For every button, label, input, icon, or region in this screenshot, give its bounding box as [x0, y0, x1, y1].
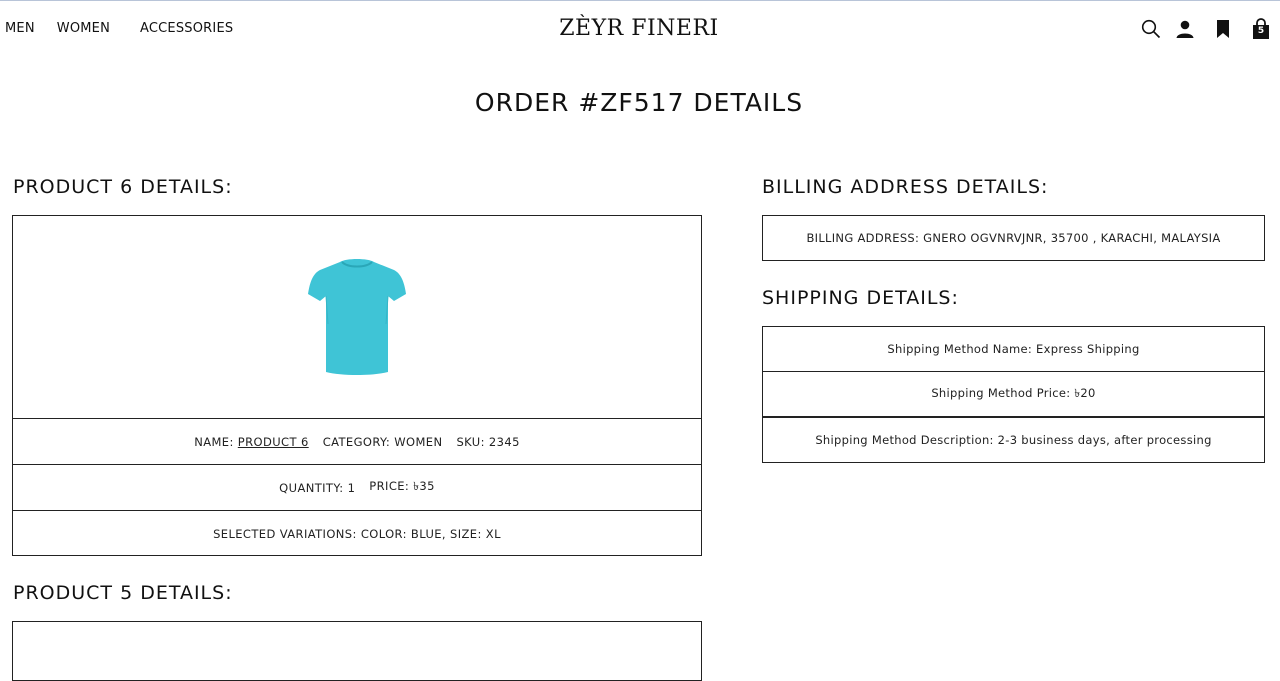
name-label: NAME:	[194, 434, 234, 449]
shipping-method-description: Shipping Method Description: 2-3 busines…	[815, 433, 1212, 447]
product-6-link[interactable]: PRODUCT 6	[238, 435, 309, 449]
sku-text: SKU: 2345	[456, 434, 520, 449]
top-border	[0, 0, 1280, 1]
product-image-area	[13, 216, 701, 418]
shipping-method-name-box: Shipping Method Name: Express Shipping	[762, 326, 1265, 372]
search-icon[interactable]	[1140, 18, 1162, 40]
billing-address-box: BILLING ADDRESS: GNERO OGVNRVJNR, 35700 …	[762, 215, 1265, 261]
shipping-method-price-box: Shipping Method Price: ৳20	[762, 371, 1265, 417]
billing-address-text: BILLING ADDRESS: GNERO OGVNRVJNR, 35700 …	[806, 231, 1221, 245]
header-icons: 5	[1140, 18, 1272, 40]
product-6-variations-row: SELECTED VARIATIONS: COLOR: BLUE, SIZE: …	[13, 510, 701, 556]
user-icon[interactable]	[1174, 18, 1196, 40]
product-5-card	[12, 621, 702, 681]
shipping-method-name: Shipping Method Name: Express Shipping	[887, 342, 1140, 356]
page-title: ORDER #ZF517 DETAILS	[474, 88, 804, 117]
tshirt-product-image[interactable]	[302, 254, 412, 380]
shipping-method-price: Shipping Method Price: ৳20	[931, 385, 1096, 400]
bookmark-icon[interactable]	[1212, 18, 1234, 40]
product-5-title: PRODUCT 5 DETAILS:	[13, 582, 233, 604]
product-6-card: NAME: PRODUCT 6 CATEGORY: WOMEN SKU: 234…	[12, 215, 702, 556]
price-text: PRICE: ৳35	[369, 479, 435, 493]
variations-text: SELECTED VARIATIONS: COLOR: BLUE, SIZE: …	[213, 526, 501, 541]
brand-logo[interactable]: ZÈYR FINERI	[0, 16, 1278, 41]
category-text: CATEGORY: WOMEN	[322, 434, 443, 449]
product-6-qty-row: QUANTITY: 1 PRICE: ৳35	[13, 464, 701, 510]
cart-count-badge: 5	[1257, 26, 1265, 36]
product-6-info-row: NAME: PRODUCT 6 CATEGORY: WOMEN SKU: 234…	[13, 418, 701, 464]
shopping-bag-icon[interactable]: 5	[1250, 18, 1272, 40]
product-6-title: PRODUCT 6 DETAILS:	[13, 176, 233, 198]
shipping-method-description-box: Shipping Method Description: 2-3 busines…	[762, 417, 1265, 463]
quantity-text: QUANTITY: 1	[279, 480, 356, 495]
shipping-title: SHIPPING DETAILS:	[762, 287, 959, 309]
billing-title: BILLING ADDRESS DETAILS:	[762, 176, 1049, 198]
